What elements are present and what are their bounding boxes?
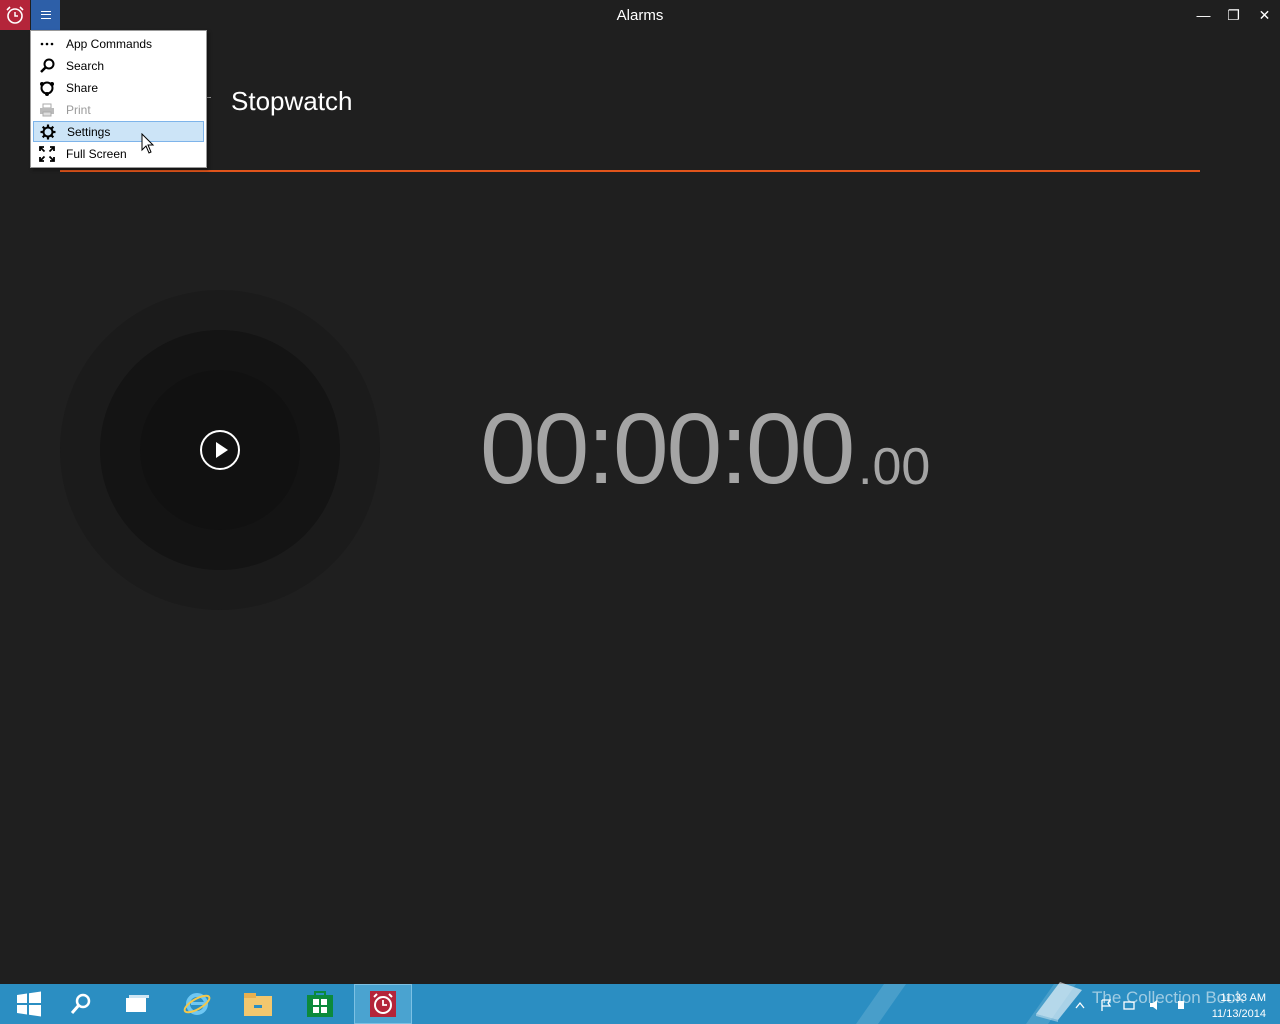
alarms-icon: [370, 991, 396, 1017]
internet-explorer-icon: [183, 993, 211, 1015]
menu-item-label: Full Screen: [66, 146, 127, 161]
search-icon: [70, 993, 91, 1014]
menu-item-label: Settings: [67, 124, 111, 139]
file-explorer-icon: [244, 993, 272, 1016]
task-view-icon: [126, 995, 149, 1012]
store-button[interactable]: [291, 984, 349, 1024]
app-commands-menu: App Commands Search Share Print Settings…: [30, 30, 207, 168]
elapsed-time: 00:00:00: [480, 393, 855, 505]
clock-date: 11/13/2014: [1211, 1008, 1266, 1020]
menu-item-label: App Commands: [66, 36, 153, 51]
accent-divider: [60, 170, 1200, 172]
minimize-button[interactable]: —: [1188, 0, 1219, 30]
menu-item-search[interactable]: Search: [33, 55, 204, 76]
start-icon: [17, 991, 41, 1017]
menu-item-full-screen[interactable]: Full Screen: [33, 143, 204, 164]
menu-item-share[interactable]: Share: [33, 77, 204, 98]
search-icon: [33, 55, 61, 76]
fullscreen-icon: [33, 143, 61, 164]
menu-item-print: Print: [33, 99, 204, 120]
internet-explorer-button[interactable]: [168, 984, 226, 1024]
menu-item-app-commands[interactable]: App Commands: [33, 33, 204, 54]
taskbar-search-button[interactable]: [52, 984, 110, 1024]
gear-icon: [34, 121, 62, 142]
alarms-taskbar-button[interactable]: [354, 984, 412, 1024]
print-icon: [33, 99, 61, 120]
elapsed-hundredths: .00: [858, 438, 931, 496]
close-button[interactable]: ✕: [1249, 0, 1280, 30]
store-icon: [307, 991, 333, 1017]
task-view-button[interactable]: [108, 984, 166, 1024]
mouse-cursor-icon: [141, 133, 155, 154]
file-explorer-button[interactable]: [229, 984, 287, 1024]
maximize-button[interactable]: ❐: [1218, 0, 1249, 30]
menu-item-label: Share: [66, 80, 99, 95]
start-button[interactable]: [0, 984, 58, 1024]
system-tray-icons[interactable]: [1074, 998, 1184, 1012]
window-title: Alarms: [616, 7, 664, 24]
play-button[interactable]: [200, 430, 240, 470]
play-icon: [216, 442, 228, 458]
share-icon: [33, 77, 61, 98]
menu-item-label: Search: [66, 58, 105, 73]
menu-item-label: Print: [66, 102, 91, 117]
title-bar: Alarms — ❐ ✕: [0, 0, 1280, 30]
menu-item-settings[interactable]: Settings: [33, 121, 204, 142]
ellipsis-icon: [33, 33, 61, 54]
page-title[interactable]: Stopwatch: [231, 86, 352, 117]
